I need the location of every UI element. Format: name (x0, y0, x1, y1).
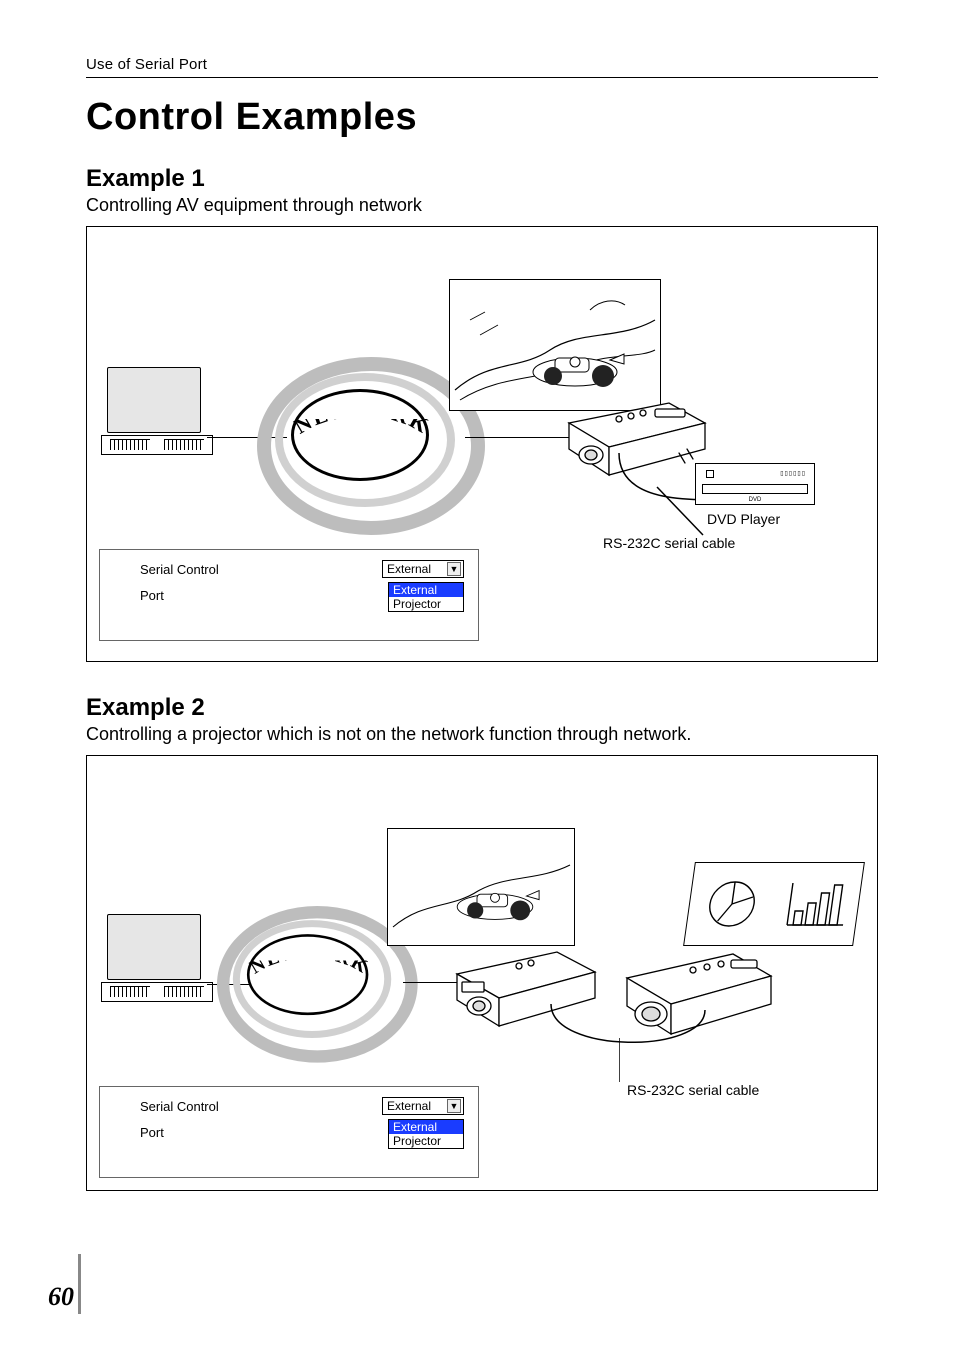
serial-control-dropdown[interactable]: External ▼ (382, 560, 464, 578)
dropdown-value: External (387, 1099, 431, 1113)
panel-label-serial-control: Serial Control (140, 1099, 219, 1114)
page: Use of Serial Port Control Examples Exam… (0, 0, 954, 1352)
page-number-rule (78, 1254, 81, 1314)
chevron-down-icon: ▼ (447, 562, 461, 576)
cable-label: RS-232C serial cable (627, 1082, 759, 1098)
page-number: 60 (48, 1282, 74, 1312)
listbox-option[interactable]: Projector (389, 1134, 463, 1148)
serial-control-listbox[interactable]: External Projector (388, 582, 464, 612)
chevron-down-icon: ▼ (447, 1099, 461, 1113)
network-icon: NETWORK (257, 357, 467, 517)
listbox-option[interactable]: External (389, 1120, 463, 1134)
listbox-option[interactable]: External (389, 583, 463, 597)
example1-heading: Example 1 (86, 165, 878, 193)
projected-image-icon (387, 828, 575, 946)
dropdown-value: External (387, 562, 431, 576)
example2-description: Controlling a projector which is not on … (86, 724, 878, 745)
serial-control-panel: Serial Control External ▼ Port External … (99, 1086, 479, 1178)
svg-text:NETWORK: NETWORK (247, 961, 373, 979)
page-title: Control Examples (86, 96, 878, 139)
laptop-icon (101, 367, 211, 455)
panel-label-port: Port (140, 1125, 164, 1140)
panel-label-port: Port (140, 588, 164, 603)
serial-control-listbox[interactable]: External Projector (388, 1119, 464, 1149)
laptop-icon (101, 914, 211, 1002)
serial-control-dropdown[interactable]: External ▼ (382, 1097, 464, 1115)
network-icon: NETWORK (217, 906, 402, 1047)
example2-heading: Example 2 (86, 694, 878, 722)
serial-control-panel: Serial Control External ▼ Port External … (99, 549, 479, 641)
network-label: NETWORK (217, 961, 402, 1001)
svg-text:NETWORK: NETWORK (290, 419, 435, 439)
example2-diagram: NETWORK (86, 755, 878, 1191)
header-section: Use of Serial Port (86, 56, 878, 78)
network-label: NETWORK (257, 419, 467, 465)
listbox-option[interactable]: Projector (389, 597, 463, 611)
example1-diagram: NETWORK (86, 226, 878, 662)
panel-label-serial-control: Serial Control (140, 562, 219, 577)
example1-description: Controlling AV equipment through network (86, 195, 878, 216)
dvd-player-label: DVD Player (707, 511, 780, 527)
dvd-player-icon: ▯▯▯▯▯▯ DVD (695, 463, 815, 505)
